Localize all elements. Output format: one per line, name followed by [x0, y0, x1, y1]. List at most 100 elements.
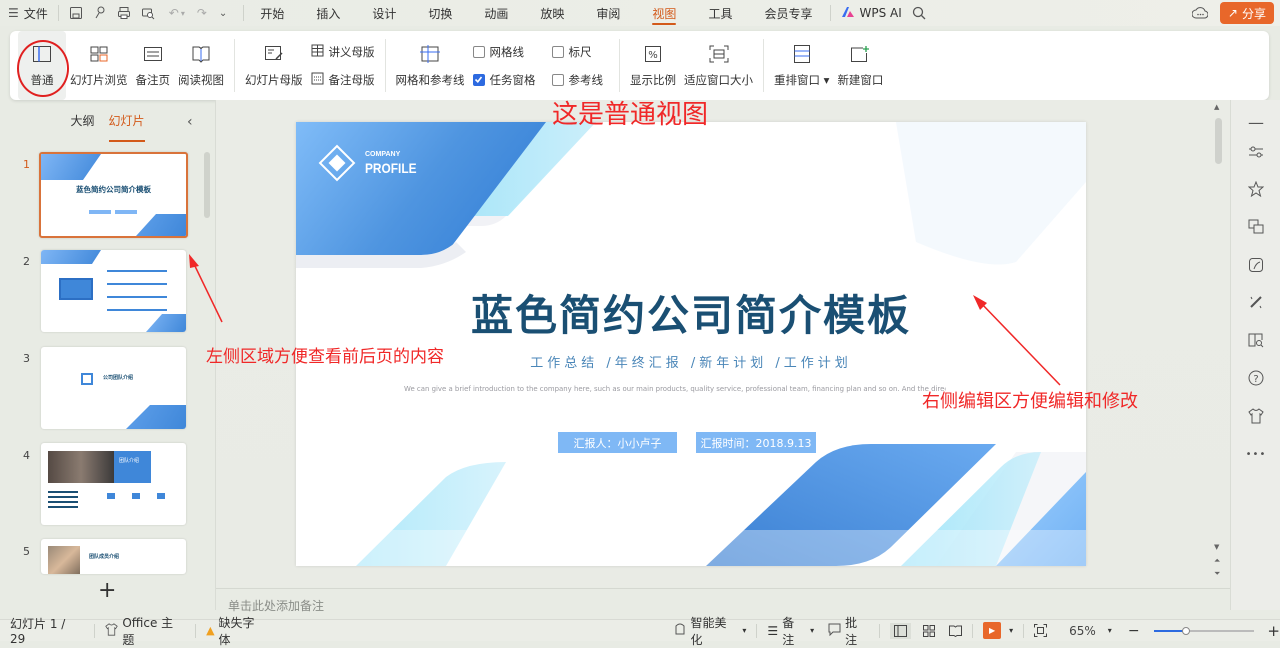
tab-tools[interactable]: 工具 [708, 0, 732, 26]
tab-design[interactable]: 设计 [372, 0, 396, 26]
tab-slides[interactable]: 幻灯片 [107, 112, 147, 142]
slide-count: 幻灯片 1 / 29 [10, 617, 66, 646]
reporter-badge[interactable]: 汇报人：小小卢子 [558, 432, 677, 453]
gridlines-checkbox-box[interactable] [472, 45, 485, 58]
notes-page-button[interactable]: 备注页 [132, 31, 175, 100]
undo-dropdown-icon[interactable]: ▾ [181, 9, 185, 18]
file-menu[interactable]: ☰ 文件 [8, 0, 48, 26]
properties-sliders-icon[interactable] [1246, 142, 1266, 162]
comments-button[interactable]: 批注 [828, 614, 869, 648]
theme-button[interactable]: Office 主题 [105, 614, 185, 648]
slide-transition-icon[interactable] [1246, 217, 1266, 237]
tab-insert[interactable]: 插入 [316, 0, 340, 26]
scrollbar-thumb[interactable] [1215, 118, 1222, 164]
scroll-up-icon[interactable]: ▲ [1214, 103, 1219, 111]
task-pane-checkbox[interactable]: 任务窗格 [472, 72, 536, 88]
missing-font-label: 缺失字体 [218, 615, 255, 647]
zoom-slider[interactable] [1153, 626, 1254, 636]
reading-view-button[interactable]: 阅读视图 [174, 31, 228, 100]
editor-vertical-scrollbar[interactable]: ▲ ▼ ⏶ ⏷ [1210, 100, 1230, 587]
slide-sorter-status-button[interactable] [923, 624, 936, 637]
notes-toggle-button[interactable]: ☰ 备注 ▾ [767, 614, 814, 648]
search-icon[interactable] [912, 6, 926, 20]
thumb-title: 公司团队介绍 [103, 375, 134, 381]
new-window-button[interactable]: 新建窗口 [833, 31, 887, 100]
tab-outline[interactable]: 大纲 [68, 112, 96, 136]
grid-guides-button[interactable]: 网格和参考线 [392, 31, 469, 100]
ruler-checkbox-box[interactable] [551, 45, 564, 58]
normal-view-label: 普通 [30, 72, 54, 87]
task-pane-checkbox-box[interactable] [472, 73, 485, 86]
zoom-button[interactable]: % 显示比例 [626, 31, 680, 100]
format-painter-icon[interactable] [93, 6, 107, 20]
more-icon[interactable]: ••• [1246, 444, 1266, 464]
add-slide-button[interactable]: + [98, 580, 116, 602]
tab-transitions[interactable]: 切换 [428, 0, 452, 26]
guides-checkbox-box[interactable] [551, 73, 564, 86]
zoom-dropdown-icon[interactable]: ▾ [1108, 626, 1112, 635]
ruler-checkbox[interactable]: 标尺 [551, 44, 604, 60]
slide-master-button[interactable]: 幻灯片母版 [241, 31, 307, 100]
share-button[interactable]: ↗ 分享 [1219, 2, 1274, 24]
smart-beautify-button[interactable]: 智能美化 ▾ [674, 614, 746, 648]
zoom-in-button[interactable]: + [1267, 622, 1280, 640]
tab-home[interactable]: 开始 [260, 0, 284, 26]
fit-slide-button[interactable] [1034, 624, 1048, 637]
guides-checkbox[interactable]: 参考线 [551, 72, 603, 88]
current-slide[interactable]: COMPANY PROFILE 蓝色简约公司简介模板 工作总结 /年终汇报 /新… [296, 122, 1086, 566]
reading-search-icon[interactable] [1246, 330, 1266, 350]
play-slideshow-button[interactable]: ▶ [983, 622, 1002, 639]
print-icon[interactable] [117, 6, 131, 20]
print-preview-icon[interactable] [141, 6, 155, 20]
zoom-out-button[interactable]: − [1128, 623, 1140, 639]
minimize-pane-icon[interactable]: — [1246, 112, 1266, 132]
slide-thumbnail-5[interactable]: 团队成员介绍 [41, 539, 186, 574]
theme-shirt-icon[interactable] [1246, 406, 1266, 426]
slide-thumbnail-4[interactable]: 团队介绍 [41, 443, 186, 525]
quick-access-dropdown-icon[interactable]: ⌄ [219, 8, 227, 19]
zoom-slider-handle[interactable] [1181, 626, 1190, 635]
chevron-down-icon: ▾ [742, 626, 747, 635]
slide-title[interactable]: 蓝色简约公司简介模板 [296, 282, 1086, 343]
missing-font-button[interactable]: ▲ 缺失字体 [206, 614, 266, 648]
design-template-icon[interactable] [1246, 255, 1266, 275]
undo-icon[interactable]: ↶ [169, 6, 179, 20]
fit-window-button[interactable]: 适应窗口大小 [680, 31, 757, 100]
reading-view-label: 阅读视图 [178, 72, 224, 87]
zoom-level[interactable]: 65% [1069, 624, 1096, 638]
previous-slide-icon[interactable]: ⏶ [1214, 556, 1220, 566]
collapse-panel-icon[interactable]: ‹ [187, 114, 193, 130]
tab-view[interactable]: 视图 [652, 0, 677, 26]
reading-view-status-button[interactable] [949, 625, 963, 637]
normal-view-status-button[interactable] [890, 622, 912, 639]
normal-view-button[interactable]: 普通 [18, 31, 66, 100]
redo-icon[interactable]: ↷ [197, 6, 207, 20]
tab-review[interactable]: 审阅 [596, 0, 620, 26]
handout-master-icon [311, 44, 324, 60]
tab-animations[interactable]: 动画 [484, 0, 508, 26]
cloud-sync-icon[interactable] [1192, 6, 1208, 20]
wps-ai-button[interactable]: WPS AI [841, 0, 902, 26]
slide-sorter-button[interactable]: 幻灯片浏览 [66, 31, 132, 100]
arrange-windows-button[interactable]: 重排窗口 ▾ [770, 31, 833, 100]
slide-thumbnail-1[interactable]: 蓝色简约公司简介模板 [39, 152, 188, 238]
slide-thumbnail-3[interactable]: 公司团队介绍 [41, 347, 186, 429]
next-slide-icon[interactable]: ⏷ [1214, 569, 1220, 579]
tab-member[interactable]: 会员专享 [764, 0, 812, 26]
slide-description[interactable]: We can give a brief introduction to the … [404, 384, 946, 393]
slideshow-dropdown-icon[interactable]: ▾ [1009, 626, 1013, 635]
slide-thumbnail-2[interactable] [41, 250, 186, 332]
animation-star-icon[interactable] [1246, 179, 1266, 199]
tab-slideshow[interactable]: 放映 [540, 0, 564, 26]
save-icon[interactable] [69, 6, 83, 20]
handout-master-button[interactable]: 讲义母版 [311, 44, 375, 60]
help-icon[interactable]: ? [1246, 368, 1266, 388]
scroll-down-icon[interactable]: ▼ [1214, 543, 1219, 551]
slide-subtitle[interactable]: 工作总结 /年终汇报 /新年计划 /工作计划 [296, 352, 1086, 371]
gridlines-checkbox[interactable]: 网格线 [472, 44, 536, 60]
notes-master-button[interactable]: 备注母版 [311, 72, 375, 88]
divider [763, 39, 764, 92]
date-badge[interactable]: 汇报时间：2018.9.13 [696, 432, 816, 453]
magic-wand-icon[interactable] [1246, 292, 1266, 312]
slides-panel-scrollbar[interactable] [204, 152, 210, 218]
